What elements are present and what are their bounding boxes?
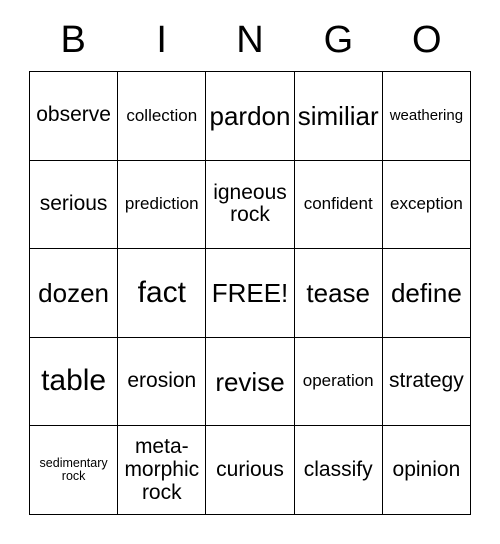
bingo-cell[interactable]: operation xyxy=(294,337,383,427)
bingo-cell-label: opinion xyxy=(392,457,461,481)
bingo-cell-label: similiar xyxy=(297,100,379,131)
bingo-cell[interactable]: curious xyxy=(206,426,295,515)
bingo-cell-free[interactable]: FREE! xyxy=(206,249,295,338)
bingo-cell[interactable]: classify xyxy=(294,426,383,515)
bingo-cell[interactable]: dozen xyxy=(30,249,119,338)
bingo-cell-label: FREE! xyxy=(211,277,289,308)
bingo-cell-label: exception xyxy=(390,194,463,214)
bingo-cell[interactable]: revise xyxy=(206,337,295,427)
bingo-cell[interactable]: igneous rock xyxy=(206,160,295,250)
bingo-cell-label: operation xyxy=(302,371,374,391)
bingo-cell-label: pardon xyxy=(209,100,291,131)
bingo-cell-label: serious xyxy=(39,192,108,216)
bingo-header-letter-o: O xyxy=(412,18,442,61)
bingo-header-letter-n: N xyxy=(236,18,264,61)
bingo-cell[interactable]: fact xyxy=(118,249,207,338)
bingo-cell[interactable]: pardon xyxy=(206,72,295,161)
bingo-header-letter-i: I xyxy=(156,18,167,61)
bingo-cell[interactable]: collection xyxy=(118,72,207,161)
bingo-header-row: B I N G O xyxy=(29,8,471,71)
bingo-cell[interactable]: observe xyxy=(30,72,119,161)
bingo-cell-label: dozen xyxy=(38,277,110,308)
bingo-cell[interactable]: define xyxy=(382,249,471,338)
bingo-cell-label: table xyxy=(41,364,107,398)
bingo-cell-label: meta- morphic rock xyxy=(124,435,200,504)
bingo-header-letter-g: G xyxy=(323,18,354,61)
bingo-cell-label: erosion xyxy=(127,369,197,393)
bingo-card: B I N G O observe collection pardon simi… xyxy=(0,0,500,544)
bingo-cell-label: igneous rock xyxy=(213,180,287,227)
bingo-cell[interactable]: confident xyxy=(294,160,383,250)
bingo-cell-label: classify xyxy=(303,457,373,481)
bingo-cell[interactable]: meta- morphic rock xyxy=(118,426,207,515)
bingo-cell[interactable]: prediction xyxy=(118,160,207,250)
bingo-grid: observe collection pardon similiar weath… xyxy=(29,71,471,515)
bingo-cell-label: weathering xyxy=(389,106,464,124)
bingo-cell[interactable]: erosion xyxy=(118,337,207,427)
bingo-cell-label: define xyxy=(390,277,462,308)
bingo-cell-label: prediction xyxy=(124,194,199,214)
bingo-cell[interactable]: tease xyxy=(294,249,383,338)
bingo-cell[interactable]: weathering xyxy=(382,72,471,161)
bingo-cell-label: tease xyxy=(306,277,370,308)
bingo-cell[interactable]: exception xyxy=(382,160,471,250)
bingo-cell-label: strategy xyxy=(389,369,464,393)
bingo-cell[interactable]: table xyxy=(30,337,119,427)
bingo-header-letter-b: B xyxy=(60,18,86,61)
bingo-cell-label: observe xyxy=(36,103,111,127)
bingo-cell[interactable]: serious xyxy=(30,160,119,250)
bingo-cell[interactable]: strategy xyxy=(382,337,471,427)
bingo-cell[interactable]: similiar xyxy=(294,72,383,161)
bingo-cell-label: curious xyxy=(216,457,284,481)
bingo-cell-label: collection xyxy=(126,105,198,125)
bingo-cell[interactable]: sedimentary rock xyxy=(30,426,119,515)
bingo-cell-label: fact xyxy=(137,275,186,309)
bingo-cell-label: sedimentary rock xyxy=(39,455,108,484)
bingo-cell[interactable]: opinion xyxy=(382,426,471,515)
bingo-cell-label: confident xyxy=(303,194,373,214)
bingo-cell-label: revise xyxy=(215,366,285,397)
